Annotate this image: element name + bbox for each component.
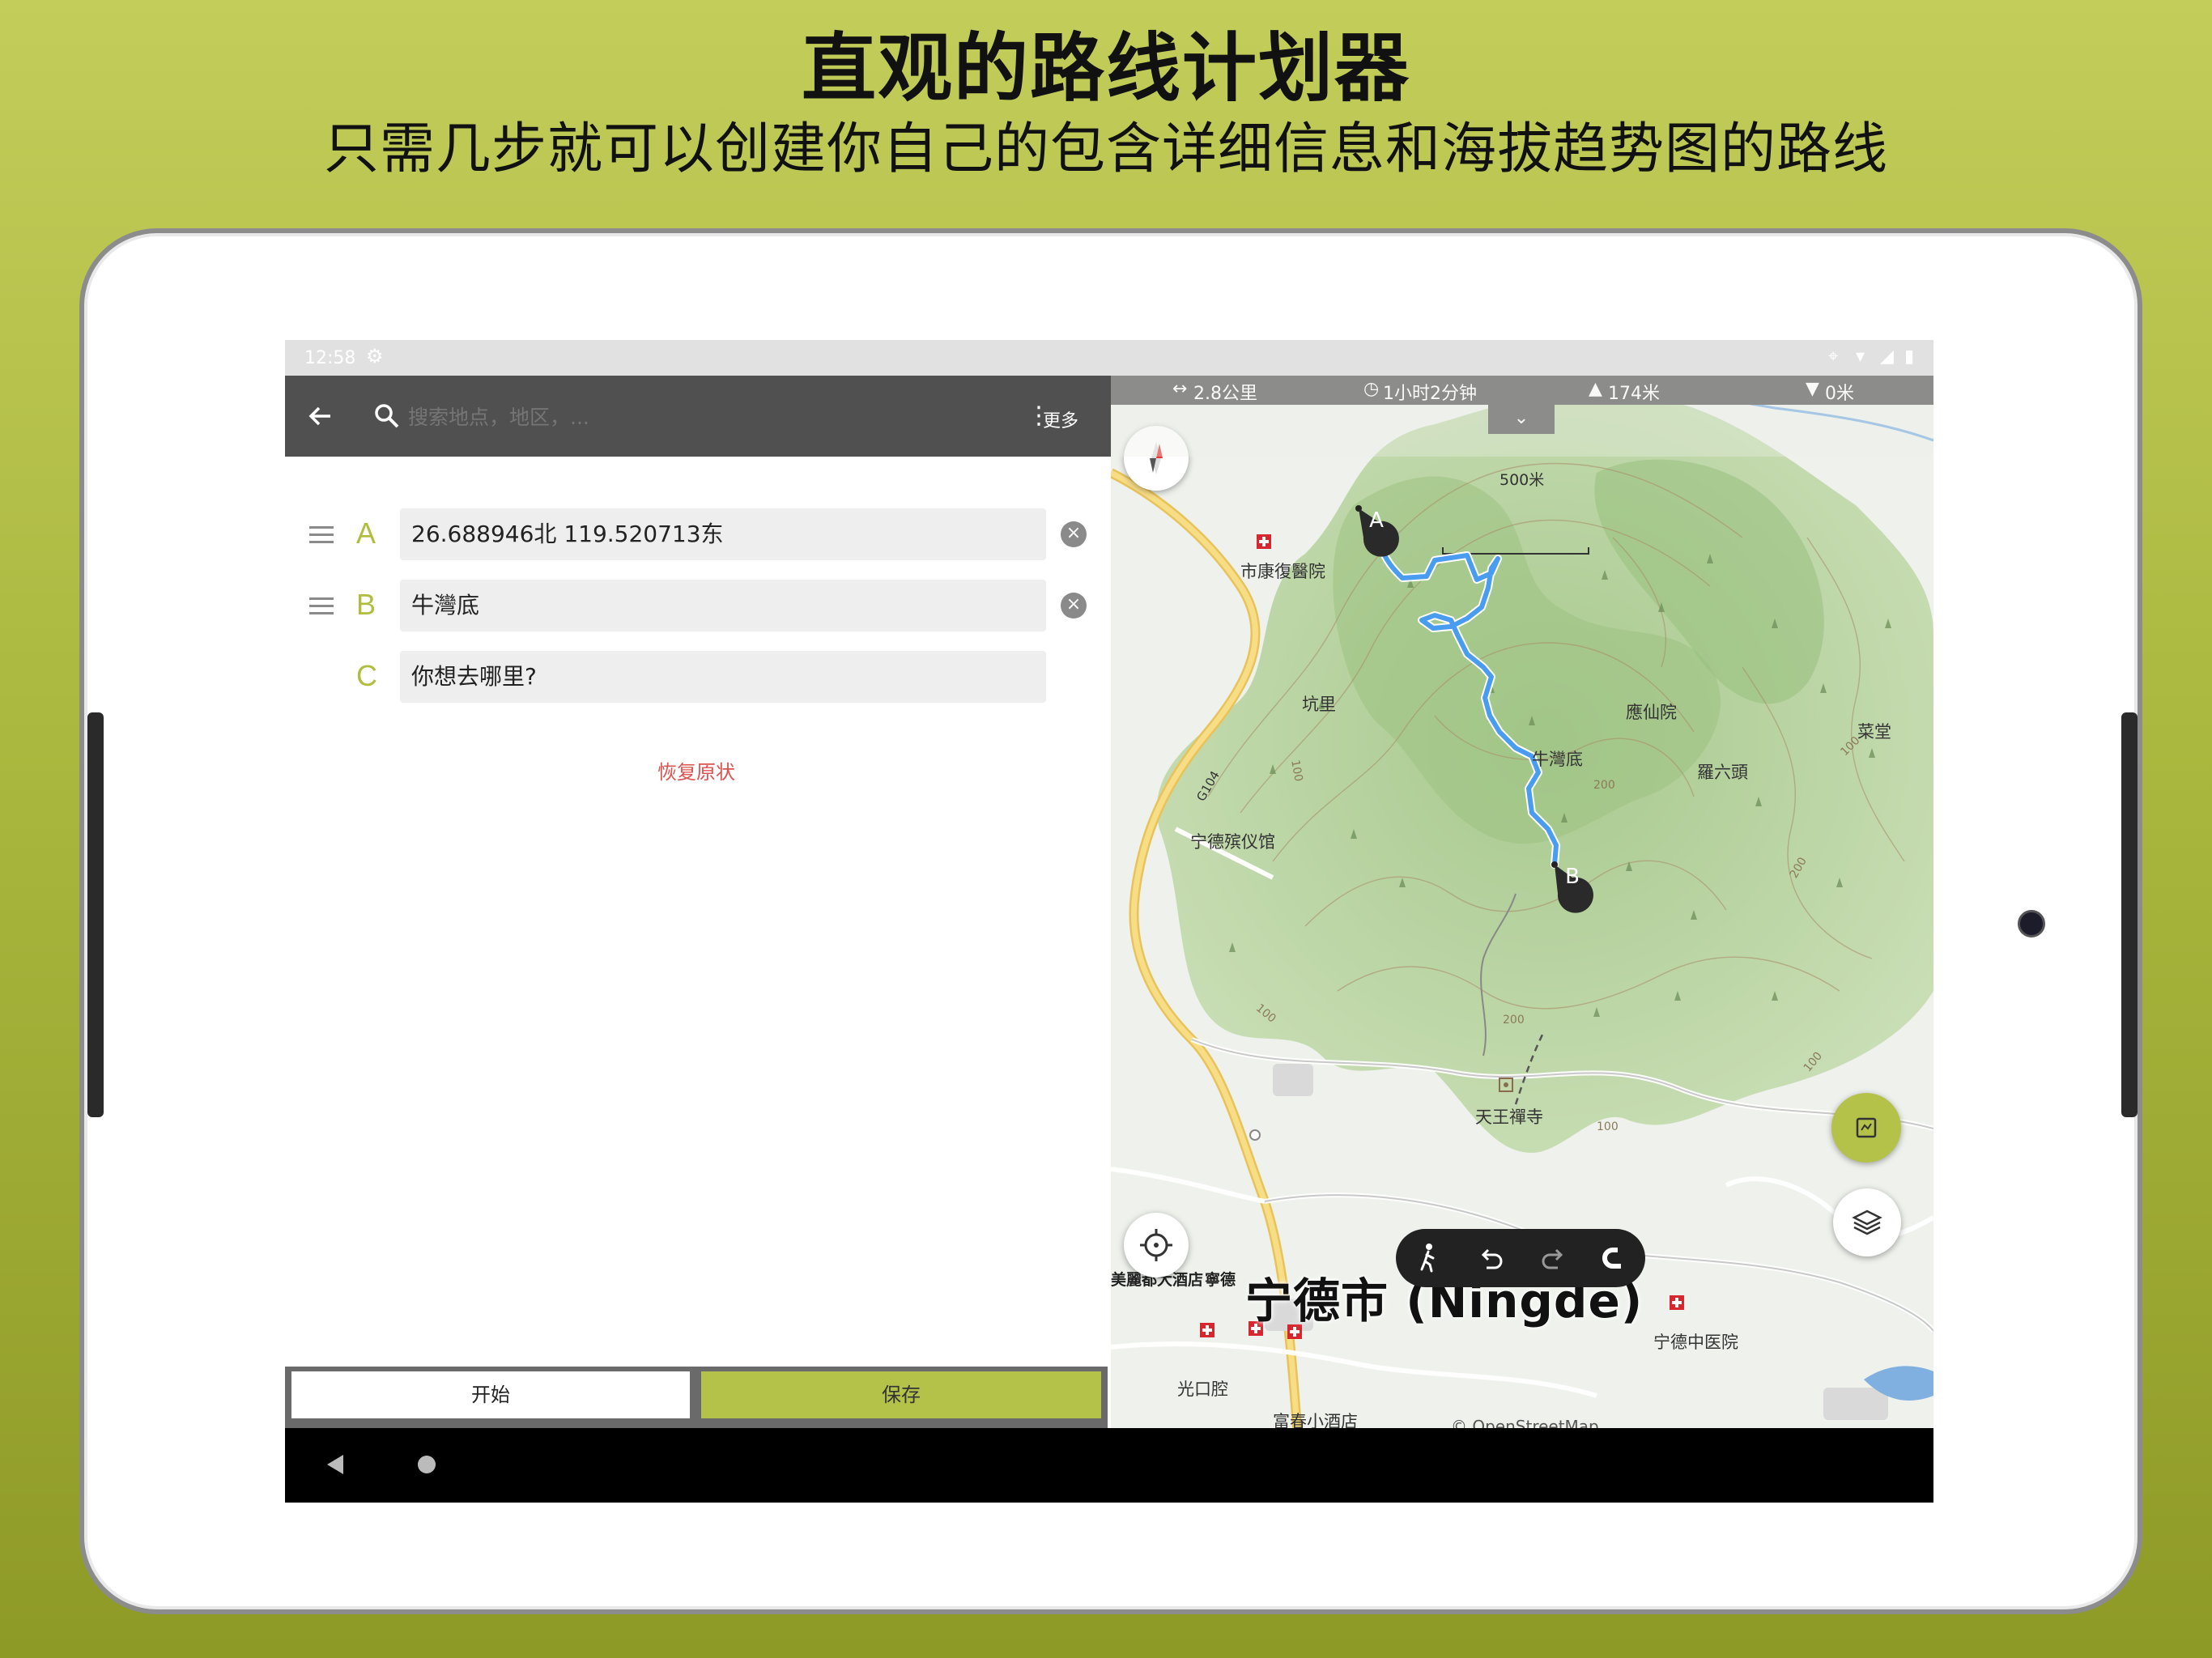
map-attribution: © OpenStreetMap [1451,1417,1599,1428]
back-arrow-icon[interactable] [304,400,337,432]
map-label-hospital: 市康復醫院 [1240,562,1325,581]
waypoint-row-a: A 26.688946北 119.520713东 × [285,508,1108,565]
wifi-icon: ▾ [1856,346,1865,367]
locate-me-button[interactable] [1124,1213,1189,1278]
waypoint-input-c[interactable]: 你想去哪里? [400,651,1046,703]
map-icon [1856,1117,1877,1138]
map-label-kengli: 坑里 [1302,695,1336,714]
waypoint-letter: A [356,517,376,550]
crosshair-icon [1140,1229,1172,1261]
map-label-caitang: 菜堂 [1857,722,1891,742]
contour-label: 200 [1503,1014,1525,1027]
walking-mode-button[interactable] [1407,1237,1449,1279]
gear-icon: ⚙ [366,345,384,368]
map-label-niuwan: 牛灣底 [1532,750,1583,769]
map-label-tcm-hospital: 宁德中医院 [1653,1333,1738,1352]
waypoint-letter: B [356,588,376,621]
tablet-camera [2018,910,2045,937]
map-label-hotel-ningde: 寧德 [1205,1271,1236,1289]
location-icon: ⌖ [1828,346,1839,367]
waypoint-letter: C [356,659,377,692]
drag-handle-icon[interactable] [309,597,334,617]
more-menu-button[interactable]: ⋮ 更多 [1027,402,1091,434]
promo-subheadline: 只需几步就可以创建你自己的包含详细信息和海拔趋势图的路线 [323,117,1888,181]
status-bar: 12:58 ⚙ ⌖ ▾ ◢ ▮ [285,340,1933,376]
map-label-luoliutou: 羅六頭 [1697,763,1748,782]
drag-handle-icon[interactable] [309,526,334,546]
tablet-side-button-left [87,712,104,1117]
map-label-tianwang-temple: 天王禪寺 [1475,1107,1543,1127]
walking-icon [1420,1244,1435,1273]
bottom-action-bar: 开始 保存 [285,1367,1108,1428]
more-label: 更多 [1043,411,1079,432]
snap-route-button[interactable] [1593,1237,1636,1279]
contour-label: 200 [1593,779,1615,792]
search-input[interactable] [406,398,863,436]
clear-icon[interactable]: × [1061,521,1087,547]
map-label-dental: 光口腔 [1177,1380,1228,1399]
layers-button[interactable] [1833,1188,1901,1256]
undo-button[interactable] [1470,1237,1512,1279]
map-label-yingxian: 應仙院 [1626,703,1677,722]
map-view[interactable]: ↔ 2.8公里 ◷ 1小时2分钟 ▲ 174米 ▼ 0米 ⌄ 500米 市康復醫… [1111,376,1933,1428]
save-button[interactable]: 保存 [701,1371,1101,1418]
redo-button[interactable] [1532,1237,1574,1279]
status-time: 12:58 [304,348,356,368]
redo-icon [1542,1248,1563,1269]
search-icon [375,404,399,428]
map-label-funeral-home: 宁德殡仪馆 [1190,832,1275,852]
waypoint-row-c: C 你想去哪里? [285,651,1108,708]
clear-icon[interactable]: × [1061,593,1087,619]
map-label-fuchun: 富春小酒店 [1273,1412,1358,1428]
magnet-icon [1602,1248,1621,1269]
restore-button[interactable]: 恢复原状 [285,756,1108,784]
route-marker-b[interactable]: B [1555,865,1590,889]
nav-home-icon[interactable] [415,1452,439,1477]
undo-icon [1481,1248,1503,1269]
waypoint-row-b: B 牛灣底 × [285,580,1108,636]
waypoint-panel: A 26.688946北 119.520713东 × B 牛灣底 × C 你想去… [285,457,1108,1367]
contour-label: 100 [1597,1120,1619,1133]
signal-icon: ◢ [1880,346,1894,367]
toolbar-map-overlay [1111,376,1933,457]
app-toolbar: ⋮ 更多 [285,376,1111,457]
promo-headline: 直观的路线计划器 [801,25,1410,112]
layers-icon [1852,1209,1882,1235]
map-style-button[interactable] [1831,1093,1901,1163]
routing-toolbar [1396,1229,1645,1287]
scale-label: 500米 [1499,471,1545,489]
navigation-bar [285,1428,1933,1503]
waypoint-input-a[interactable]: 26.688946北 119.520713东 [400,508,1046,560]
nav-back-icon[interactable] [324,1452,348,1477]
route-marker-a[interactable]: A [1359,508,1394,533]
start-button[interactable]: 开始 [291,1371,690,1418]
app-screen: ↔ 2.8公里 ◷ 1小时2分钟 ▲ 174米 ▼ 0米 ⌄ 500米 市康復醫… [285,340,1933,1503]
battery-icon: ▮ [1904,346,1915,367]
tablet-side-button-right [2121,712,2138,1117]
waypoint-input-b[interactable]: 牛灣底 [400,580,1046,631]
